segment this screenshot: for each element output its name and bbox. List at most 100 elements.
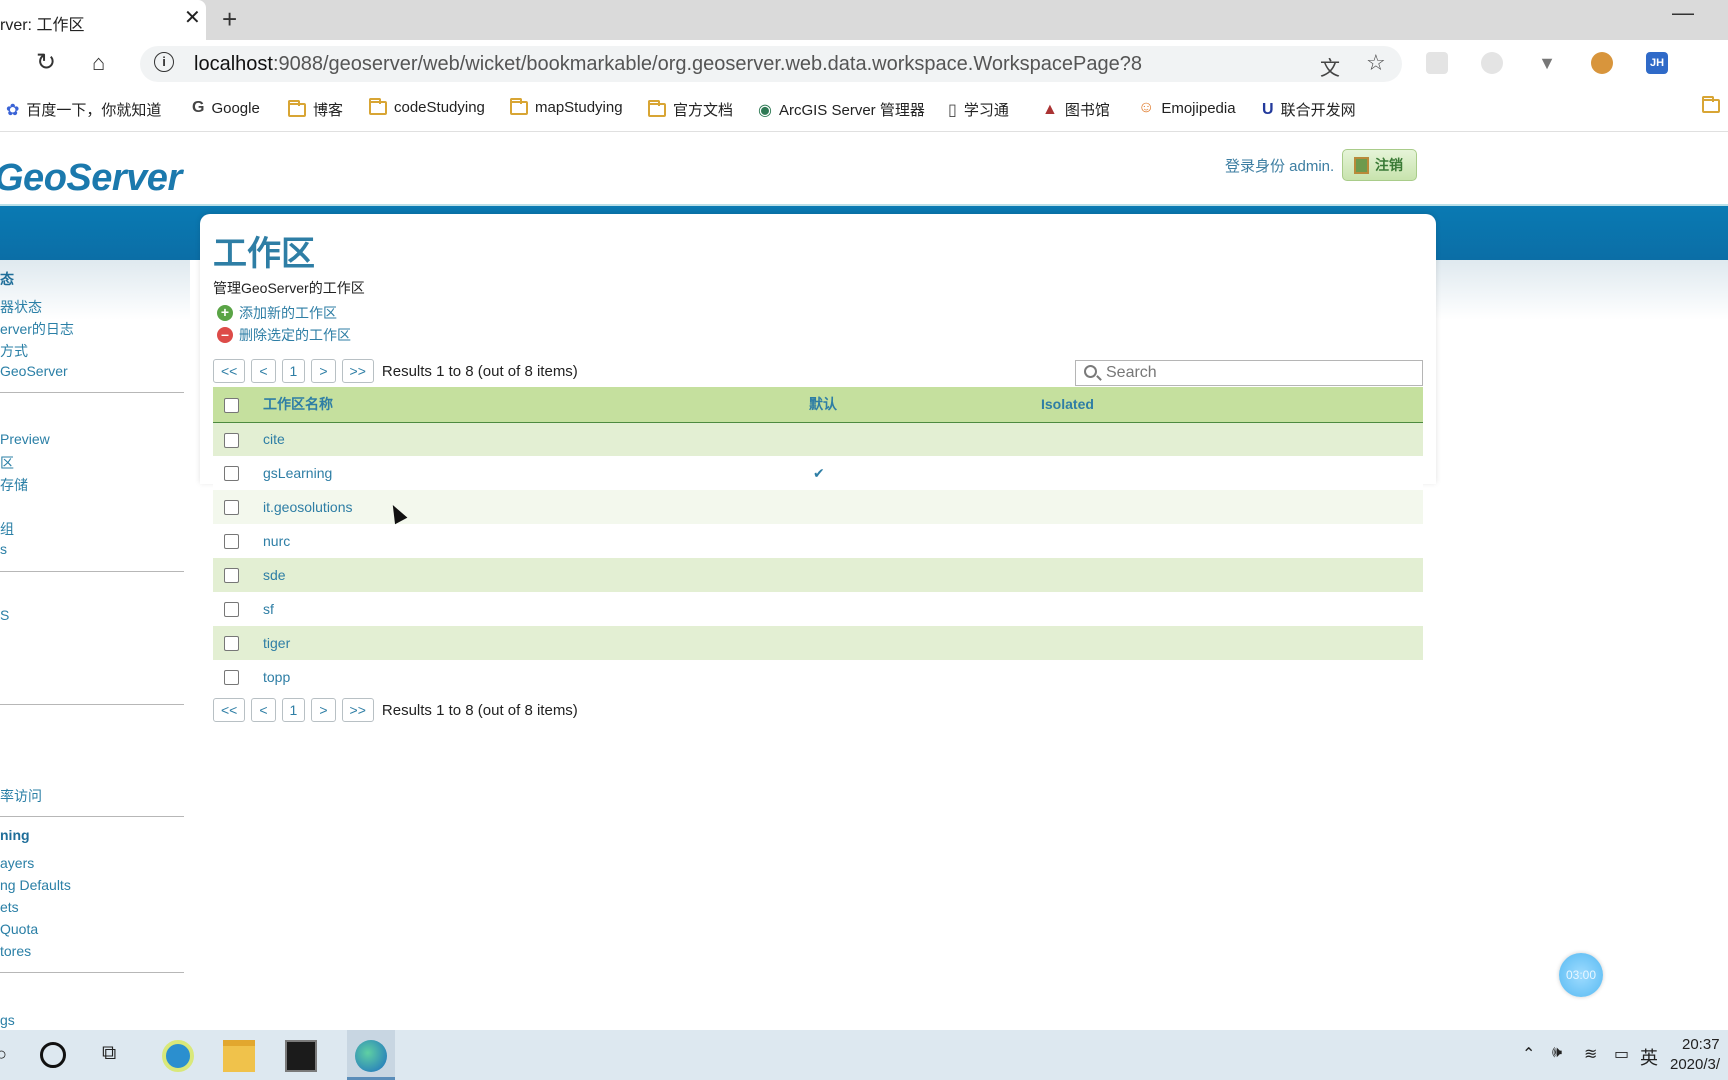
row-checkbox[interactable] — [224, 568, 239, 584]
row-checkbox[interactable] — [224, 432, 239, 448]
column-header-isolated[interactable]: Isolated — [1041, 387, 1423, 423]
tray-expand-icon[interactable]: ⌃ — [1522, 1044, 1535, 1064]
search-icon[interactable]: ○ — [0, 1044, 7, 1065]
pager-prev-button[interactable]: < — [251, 359, 276, 383]
sidebar-item-about[interactable]: GeoServer — [0, 363, 68, 379]
workspace-name-link[interactable]: it.geosolutions — [263, 490, 809, 524]
system-clock[interactable]: 20:37 2020/3/ — [1670, 1035, 1720, 1075]
site-info-icon[interactable]: i — [154, 52, 174, 72]
bookmark-blog[interactable]: 博客 — [288, 99, 343, 120]
sidebar-item-styles[interactable]: s — [0, 541, 7, 557]
pager-page-button[interactable]: 1 — [281, 698, 306, 722]
favorite-star-icon[interactable]: ☆ — [1366, 50, 1386, 76]
cookie-icon[interactable] — [1591, 52, 1613, 74]
browser-toolbar: ↻ ⌂ i localhost:9088/geoserver/web/wicke… — [0, 40, 1728, 88]
row-checkbox[interactable] — [224, 500, 239, 516]
battery-icon[interactable]: ▭ — [1614, 1044, 1629, 1064]
cortana-icon[interactable] — [40, 1042, 66, 1068]
workspace-name-link[interactable]: sde — [263, 558, 809, 592]
pager-first-button[interactable]: << — [213, 359, 246, 383]
sidebar-section-status: 态 — [0, 271, 14, 287]
sidebar-item-blobstores[interactable]: tores — [0, 943, 31, 959]
bookmark-arcgis[interactable]: ◉ ArcGIS Server 管理器 — [758, 99, 925, 120]
sidebar-item-caching-defaults[interactable]: ng Defaults — [0, 877, 71, 893]
window-minimize-icon[interactable]: — — [1672, 0, 1694, 26]
geoserver-logo[interactable]: GeoServer — [0, 157, 182, 200]
bookmark-codestudying[interactable]: codeStudying — [369, 97, 485, 116]
translate-icon[interactable]: 文 — [1320, 52, 1340, 81]
sidebar-item-disk-quota[interactable]: Quota — [0, 921, 38, 937]
pager-page-button[interactable]: 1 — [281, 359, 306, 383]
pager-prev-button[interactable]: < — [251, 698, 276, 722]
bookmark-official-docs[interactable]: 官方文档 — [648, 99, 733, 120]
row-checkbox[interactable] — [224, 602, 239, 618]
row-checkbox[interactable] — [224, 670, 239, 686]
row-checkbox[interactable] — [224, 636, 239, 652]
sidebar-item-layer-groups[interactable]: 组 — [0, 519, 14, 539]
search-input[interactable] — [1106, 362, 1416, 384]
row-select-cell — [213, 524, 263, 558]
qgis-app-icon[interactable] — [162, 1040, 194, 1072]
bookmark-lianhe[interactable]: U 联合开发网 — [1262, 99, 1356, 120]
sidebar-item-contact[interactable]: 方式 — [0, 341, 28, 361]
sidebar-item-workspaces[interactable]: 区 — [0, 453, 14, 473]
delete-workspace-link[interactable]: – 删除选定的工作区 — [217, 325, 351, 345]
reload-icon[interactable]: ↻ — [36, 50, 56, 76]
floating-timer[interactable]: 03:00 — [1559, 953, 1603, 997]
bookmark-google[interactable]: G Google — [192, 99, 260, 117]
workspace-name-link[interactable]: gsLearning — [263, 456, 809, 490]
sidebar-item-data-access[interactable]: 率访问 — [0, 786, 42, 806]
isolated-cell — [1041, 422, 1423, 456]
google-icon: G — [192, 99, 205, 116]
sidebar-item-logs[interactable]: erver的日志 — [0, 319, 74, 339]
volume-icon[interactable]: 🕪 — [1552, 1044, 1562, 1062]
file-explorer-icon[interactable] — [223, 1040, 255, 1072]
pager-results-info: Results 1 to 8 (out of 8 items) — [381, 362, 578, 380]
bookmark-library[interactable]: ▲ 图书馆 — [1042, 99, 1110, 120]
column-header-default[interactable]: 默认 — [809, 387, 1041, 423]
sidebar-item-server-status[interactable]: 器状态 — [0, 297, 42, 317]
logout-button[interactable]: 注销 — [1342, 149, 1417, 181]
bookmark-baidu[interactable]: ✿ 百度一下，你就知道 — [6, 99, 161, 120]
add-workspace-link[interactable]: + 添加新的工作区 — [217, 303, 337, 323]
pager-last-button[interactable]: >> — [341, 698, 374, 722]
sidebar-divider — [0, 816, 184, 817]
sidebar-item-stores[interactable]: 存储 — [0, 475, 28, 495]
pager-next-button[interactable]: > — [311, 359, 336, 383]
home-icon[interactable]: ⌂ — [92, 50, 105, 76]
pager-last-button[interactable]: >> — [341, 359, 374, 383]
column-header-name[interactable]: 工作区名称 — [263, 387, 809, 423]
sidebar-item-tile-layers[interactable]: ayers — [0, 855, 34, 871]
workspace-name-link[interactable]: nurc — [263, 524, 809, 558]
bookmark-mapstudying[interactable]: mapStudying — [510, 97, 623, 116]
extension-jh-icon[interactable]: JH — [1646, 52, 1668, 74]
network-icon[interactable]: ≋ — [1584, 1044, 1597, 1064]
browser-tab[interactable]: rver: 工作区 ✕ — [0, 0, 206, 40]
address-bar[interactable]: i localhost:9088/geoserver/web/wicket/bo… — [140, 46, 1402, 82]
vue-devtools-icon[interactable]: ▼ — [1536, 52, 1558, 74]
bookmark-other-folder[interactable] — [1702, 96, 1720, 113]
terminal-icon[interactable] — [285, 1040, 317, 1072]
sidebar-item-settings[interactable]: gs — [0, 1012, 15, 1028]
row-checkbox[interactable] — [224, 534, 239, 550]
extension-icon-2[interactable] — [1481, 52, 1503, 74]
workspace-name-link[interactable]: cite — [263, 422, 809, 456]
extension-icon-1[interactable] — [1426, 52, 1448, 74]
ime-indicator[interactable]: 英 — [1640, 1044, 1658, 1070]
edge-browser-icon[interactable] — [355, 1040, 387, 1072]
bookmark-xuexitong[interactable]: ▯ 学习通 — [948, 99, 1009, 120]
sidebar-item-services[interactable]: S — [0, 607, 9, 623]
workspace-name-link[interactable]: sf — [263, 592, 809, 626]
pager-next-button[interactable]: > — [311, 698, 336, 722]
task-view-icon[interactable]: ⧉ — [102, 1042, 116, 1065]
new-tab-icon[interactable]: + — [222, 4, 237, 34]
select-all-checkbox[interactable] — [224, 397, 239, 413]
sidebar-item-layer-preview[interactable]: Preview — [0, 431, 50, 447]
sidebar-item-gridsets[interactable]: ets — [0, 899, 19, 915]
workspace-name-link[interactable]: topp — [263, 660, 809, 694]
tab-close-icon[interactable]: ✕ — [184, 8, 201, 28]
row-checkbox[interactable] — [224, 466, 239, 482]
bookmark-emojipedia[interactable]: ☺ Emojipedia — [1138, 99, 1236, 117]
pager-first-button[interactable]: << — [213, 698, 246, 722]
workspace-name-link[interactable]: tiger — [263, 626, 809, 660]
